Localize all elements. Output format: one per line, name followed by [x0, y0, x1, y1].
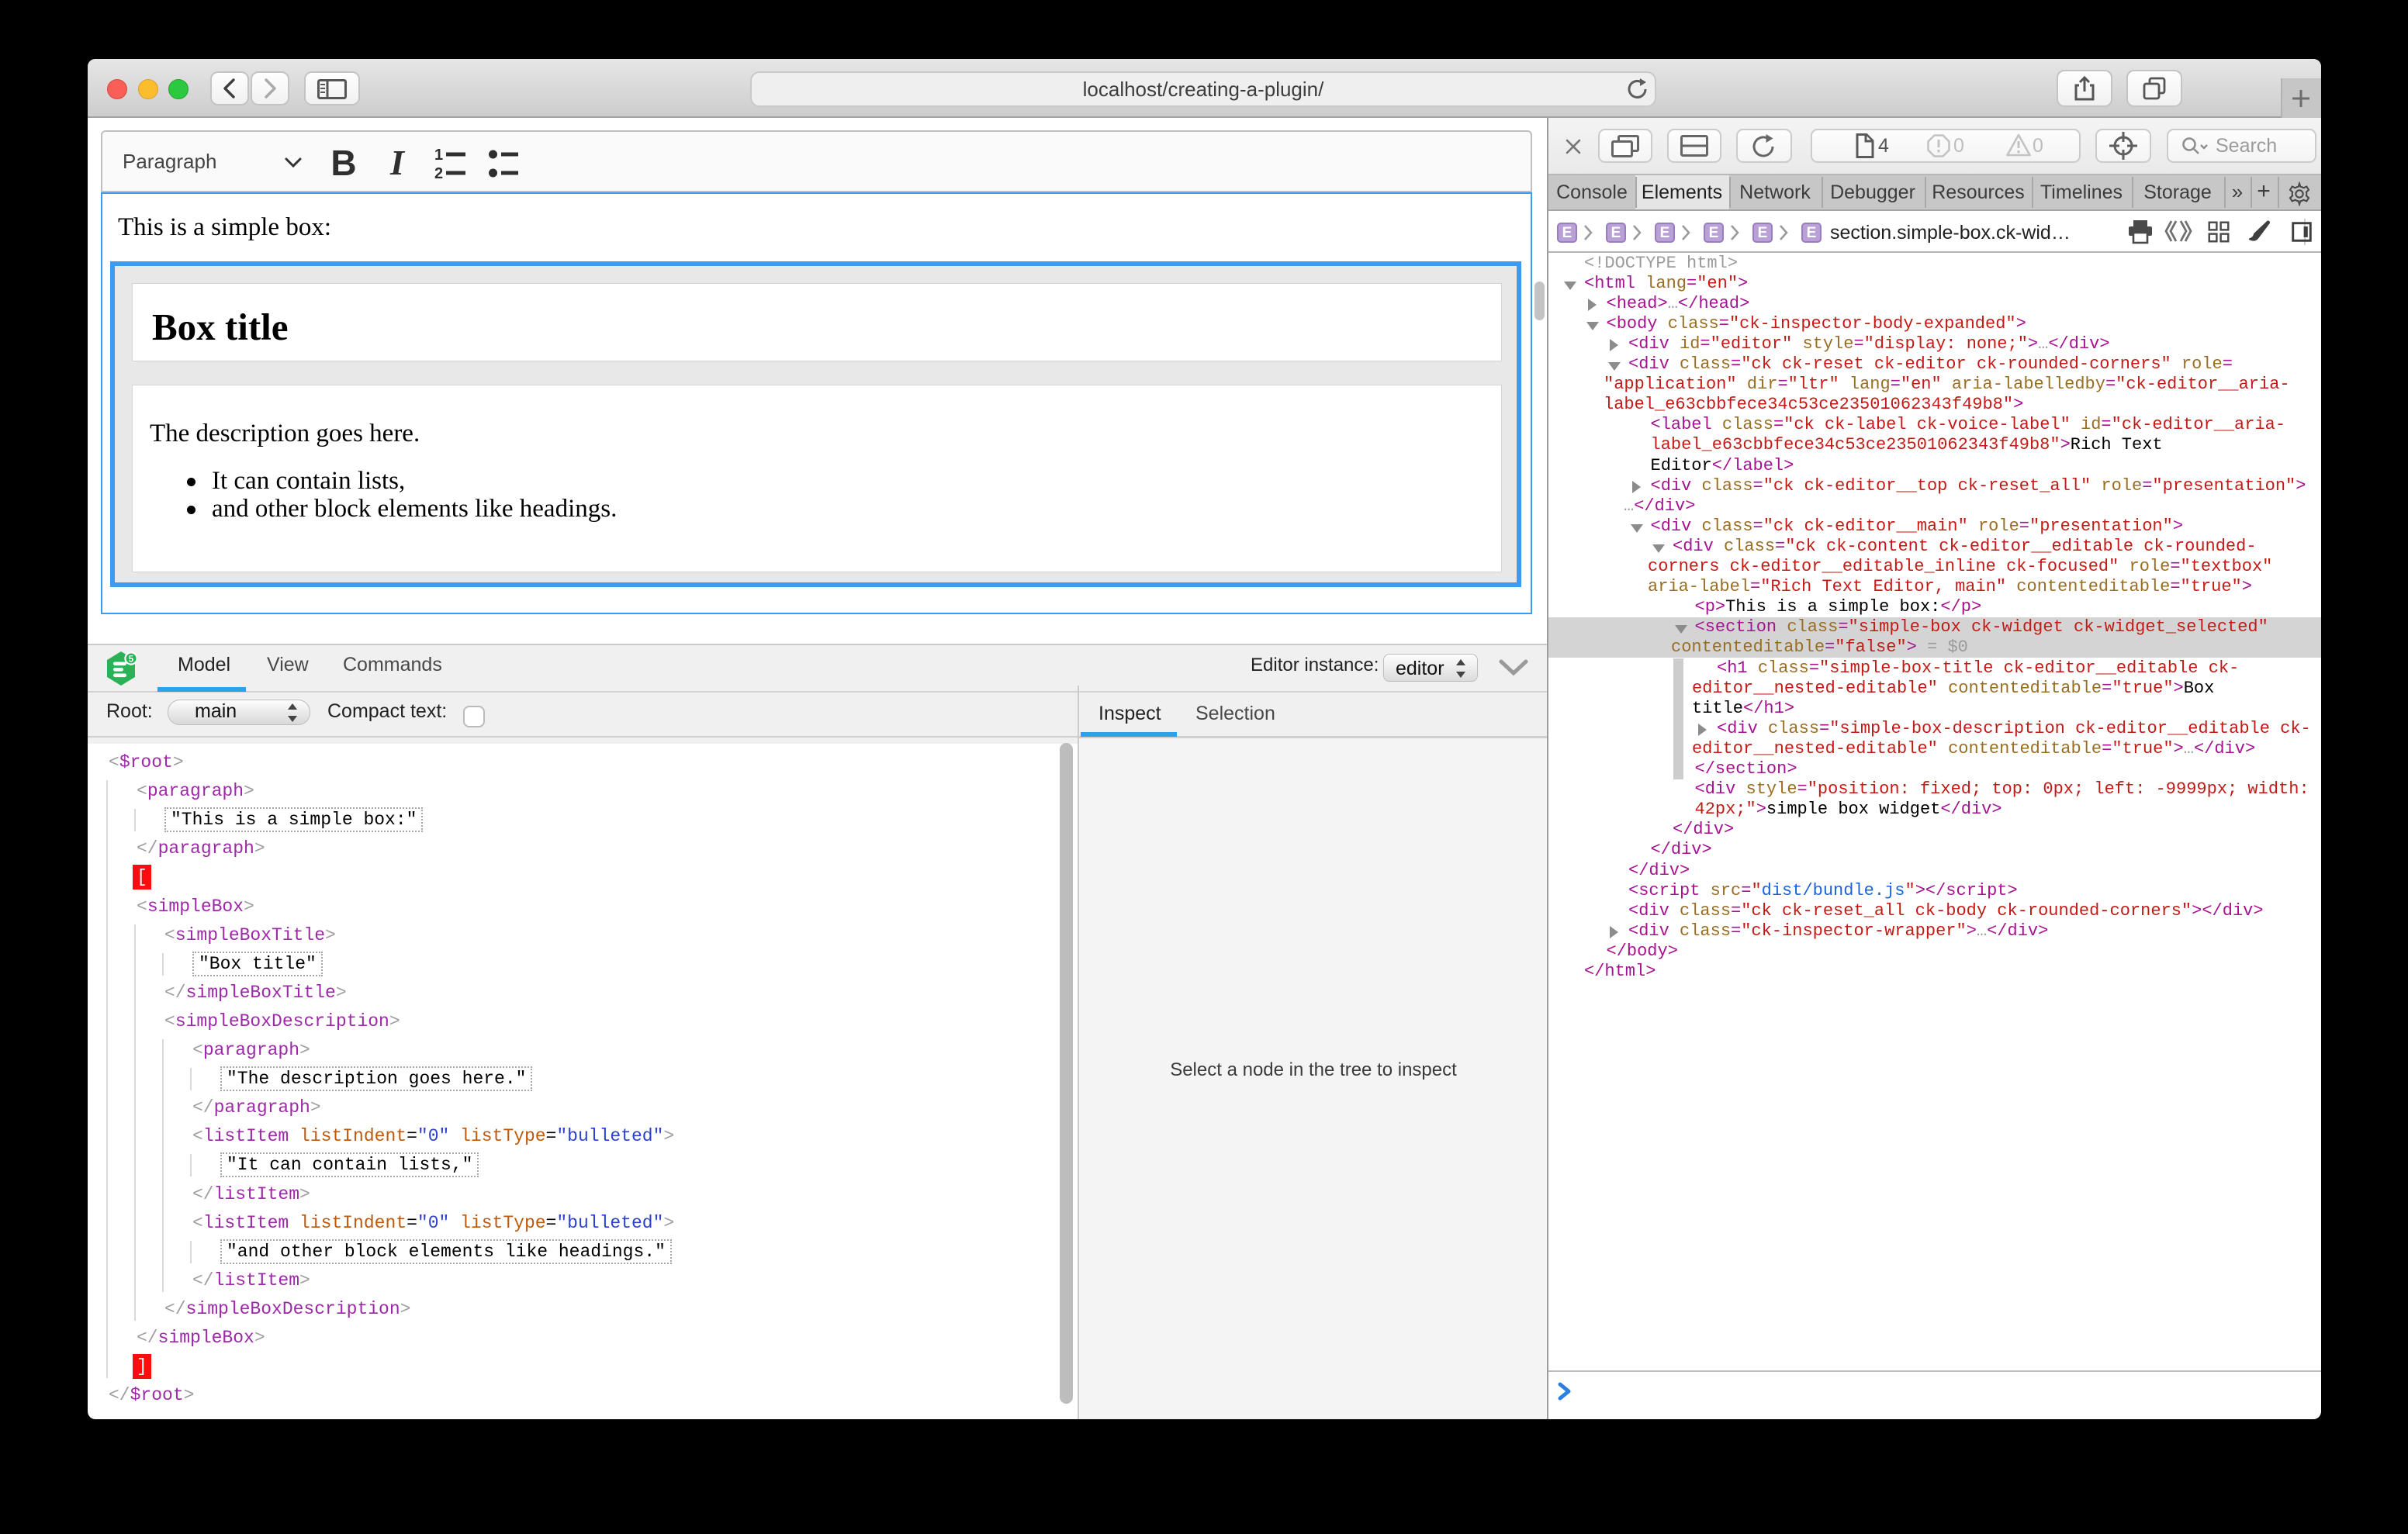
svg-text:5: 5	[129, 655, 134, 664]
svg-text:2: 2	[434, 165, 443, 182]
svg-text:1: 1	[434, 147, 443, 164]
